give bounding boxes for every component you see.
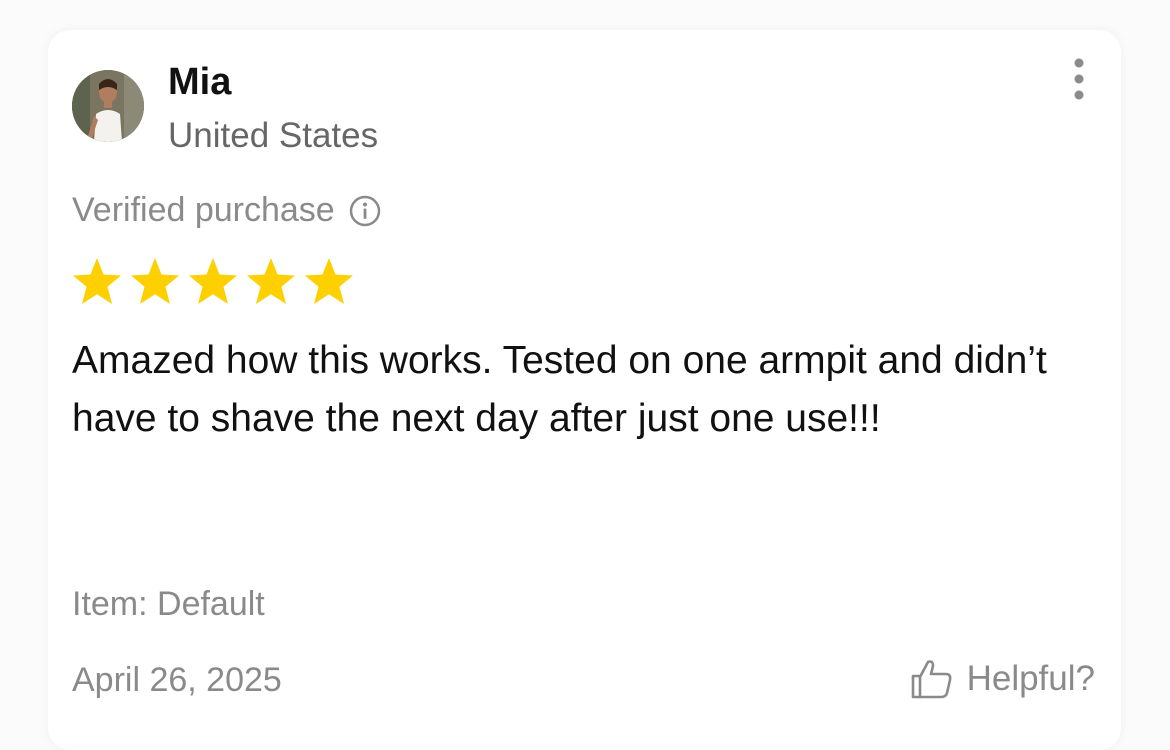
user-photo-icon bbox=[72, 70, 144, 142]
verified-purchase: Verified purchase bbox=[72, 188, 381, 232]
star-icon bbox=[305, 258, 353, 304]
info-icon[interactable] bbox=[349, 194, 381, 227]
review-card: Mia United States Verified purchase Amaz… bbox=[48, 30, 1121, 750]
thumbs-up-icon bbox=[909, 656, 955, 702]
reviewer-country: United States bbox=[168, 116, 379, 155]
helpful-label: Helpful? bbox=[966, 659, 1095, 698]
verified-purchase-label: Verified purchase bbox=[72, 191, 335, 229]
star-icon bbox=[73, 258, 121, 304]
review-date: April 26, 2025 bbox=[72, 661, 282, 699]
reviewer-name: Mia bbox=[168, 61, 232, 103]
star-rating bbox=[70, 255, 356, 309]
star-icon bbox=[247, 258, 295, 304]
avatar[interactable] bbox=[72, 70, 144, 142]
star-icon bbox=[131, 258, 179, 304]
item-variant: Item: Default bbox=[72, 585, 265, 623]
helpful-button[interactable]: Helpful? bbox=[909, 656, 1095, 702]
star-icon bbox=[189, 258, 237, 304]
review-text: Amazed how this works. Tested on one arm… bbox=[72, 339, 1047, 440]
vertical-dots-icon[interactable] bbox=[1069, 58, 1089, 100]
